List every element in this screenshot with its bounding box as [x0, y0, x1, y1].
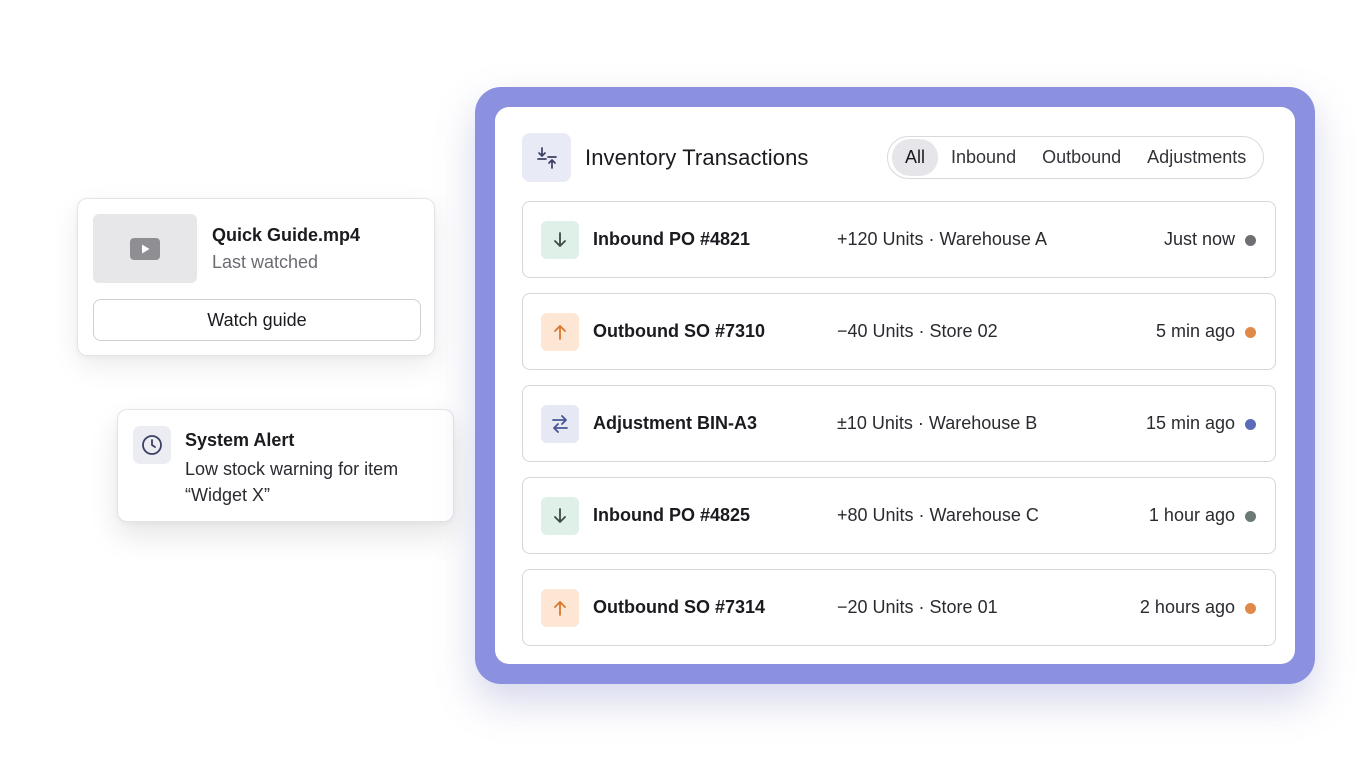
- transaction-row[interactable]: Outbound SO #7314 −20 Units · Store 01 2…: [522, 569, 1276, 646]
- tab-outbound[interactable]: Outbound: [1029, 139, 1134, 176]
- filter-tabs: All Inbound Outbound Adjustments: [887, 136, 1265, 179]
- status-dot: [1245, 235, 1256, 246]
- alert-title: System Alert: [185, 430, 295, 450]
- arrow-up-icon: [541, 313, 579, 351]
- status-dot: [1245, 327, 1256, 338]
- arrow-up-icon: [541, 589, 579, 627]
- transaction-quantity: −40 Units · Store 02: [837, 321, 998, 341]
- transaction-time: 5 min ago: [1155, 321, 1235, 341]
- transaction-row[interactable]: Inbound PO #4821 +120 Units · Warehouse …: [522, 201, 1276, 278]
- transaction-row[interactable]: Outbound SO #7310 −40 Units · Store 02 5…: [522, 293, 1276, 370]
- transaction-time: 15 min ago: [1145, 413, 1235, 433]
- transaction-quantity: +120 Units · Warehouse A: [837, 229, 1047, 249]
- transaction-time: Just now: [1163, 229, 1235, 249]
- transaction-row[interactable]: Adjustment BIN-A3 ±10 Units · Warehouse …: [522, 385, 1276, 462]
- arrow-down-icon: [541, 497, 579, 535]
- transaction-quantity: +80 Units · Warehouse C: [837, 505, 1039, 525]
- swap-arrows-icon: [541, 405, 579, 443]
- transaction-name: Inbound PO #4821: [593, 229, 751, 249]
- transactions-panel-frame: Inventory Transactions All Inbound Outbo…: [475, 87, 1315, 684]
- transaction-time: 1 hour ago: [1148, 505, 1235, 525]
- status-dot: [1245, 511, 1256, 522]
- play-icon: [130, 237, 160, 260]
- transaction-name: Inbound PO #4825: [593, 505, 751, 525]
- transaction-time: 2 hours ago: [1139, 597, 1235, 617]
- transaction-name: Outbound SO #7310: [593, 321, 766, 341]
- transactions-panel: Inventory Transactions All Inbound Outbo…: [495, 107, 1295, 664]
- watch-guide-button[interactable]: Watch guide: [93, 299, 421, 341]
- status-dot: [1245, 603, 1256, 614]
- transactions-list: Inbound PO #4821 +120 Units · Warehouse …: [522, 201, 1276, 661]
- transaction-quantity: −20 Units · Store 01: [837, 597, 998, 617]
- status-dot: [1245, 419, 1256, 430]
- alert-message: Low stock warning for item “Widget X”: [185, 459, 399, 505]
- page: Quick Guide.mp4 Last watched Watch guide…: [0, 0, 1365, 768]
- system-alert-card: System Alert Low stock warning for item …: [117, 409, 454, 522]
- video-guide-card: Quick Guide.mp4 Last watched Watch guide: [77, 198, 435, 356]
- video-thumbnail[interactable]: [93, 214, 197, 283]
- video-subtitle: Last watched: [212, 252, 319, 272]
- transaction-name: Adjustment BIN-A3: [593, 413, 758, 433]
- tab-inbound[interactable]: Inbound: [938, 139, 1029, 176]
- panel-title: Inventory Transactions: [585, 145, 809, 170]
- tab-adjustments[interactable]: Adjustments: [1134, 139, 1259, 176]
- transfer-arrows-icon: [522, 133, 571, 182]
- transaction-row[interactable]: Inbound PO #4825 +80 Units · Warehouse C…: [522, 477, 1276, 554]
- transaction-quantity: ±10 Units · Warehouse B: [837, 413, 1038, 433]
- clock-icon: [133, 426, 171, 464]
- video-title: Quick Guide.mp4: [212, 225, 361, 245]
- tab-all[interactable]: All: [892, 139, 939, 176]
- transaction-name: Outbound SO #7314: [593, 597, 766, 617]
- arrow-down-icon: [541, 221, 579, 259]
